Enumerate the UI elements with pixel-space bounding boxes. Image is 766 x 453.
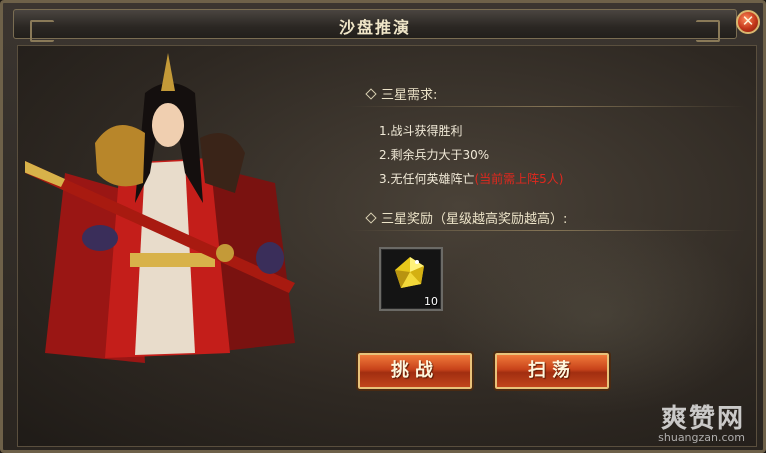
section-divider <box>349 230 745 231</box>
reward-count: 10 <box>424 295 438 308</box>
dialog-title: 沙盘推演 <box>338 18 411 37</box>
requirements-list: 1.战斗获得胜利 2.剩余兵力大于30% 3.无任何英雄阵亡(当前需上阵5人) <box>349 119 745 191</box>
watermark-url: shuangzan.com <box>658 431 745 444</box>
close-button[interactable]: ✕ <box>736 10 760 34</box>
watermark-text: 爽赞网 <box>660 404 745 434</box>
requirement-note: (当前需上阵5人) <box>474 172 564 186</box>
diamond-bullet-icon <box>365 212 377 224</box>
requirement-item: 3.无任何英雄阵亡(当前需上阵5人) <box>379 172 564 186</box>
diamond-bullet-icon <box>365 88 377 100</box>
dialog-window: 沙盘推演 ✕ 三星需求: 1.战斗获得胜利 2.剩余兵力大于30% 3.无任何英… <box>0 0 766 453</box>
title-ornament-right <box>696 20 720 42</box>
requirements-heading: 三星需求: <box>381 88 438 103</box>
yellow-gem-icon <box>395 257 424 288</box>
reward-item-slot[interactable]: 10 <box>379 247 443 311</box>
rewards-heading: 三星奖励（星级越高奖励越高）: <box>381 212 568 227</box>
watermark: 爽赞网 shuangzan.com <box>658 398 745 444</box>
requirement-item: 1.战斗获得胜利 <box>379 124 463 138</box>
three-star-requirements: 三星需求: 1.战斗获得胜利 2.剩余兵力大于30% 3.无任何英雄阵亡(当前需… <box>349 81 745 191</box>
sweep-button[interactable]: 扫荡 <box>493 351 611 391</box>
hero-illustration <box>25 53 295 363</box>
title-bar: 沙盘推演 <box>13 9 737 42</box>
requirement-item: 2.剩余兵力大于30% <box>379 148 490 162</box>
section-divider <box>349 106 745 107</box>
challenge-button[interactable]: 挑战 <box>356 351 474 391</box>
